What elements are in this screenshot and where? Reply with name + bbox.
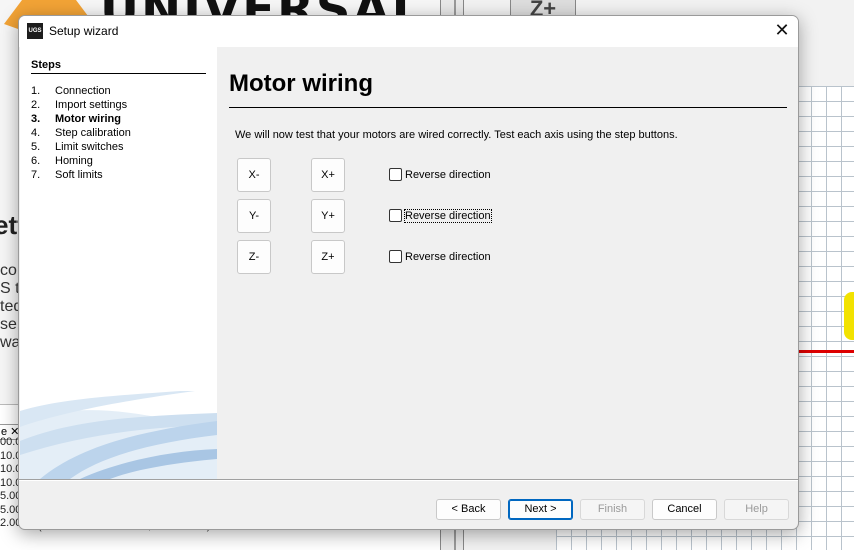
dialog-titlebar[interactable]: UGS Setup wizard ✕ bbox=[19, 16, 798, 47]
background-tool-cone-icon bbox=[844, 292, 854, 340]
step-label: Import settings bbox=[55, 99, 128, 111]
finish-button[interactable]: Finish bbox=[580, 499, 645, 520]
wizard-content: Motor wiring We will now test that your … bbox=[217, 47, 798, 479]
step-item-motor-wiring: 3. Motor wiring bbox=[31, 112, 131, 126]
checkbox-box[interactable] bbox=[389, 209, 402, 222]
instructions-text: We will now test that your motors are wi… bbox=[235, 129, 678, 141]
checkbox-box[interactable] bbox=[389, 168, 402, 181]
step-label: Homing bbox=[55, 155, 93, 167]
x-minus-button[interactable]: X- bbox=[237, 158, 271, 192]
step-item-limit-switches: 5. Limit switches bbox=[31, 140, 131, 154]
step-label: Limit switches bbox=[55, 141, 124, 153]
checkbox-label[interactable]: Reverse direction bbox=[405, 251, 491, 263]
step-item-connection: 1. Connection bbox=[31, 84, 131, 98]
step-item-step-calibration: 4. Step calibration bbox=[31, 126, 131, 140]
steps-divider bbox=[31, 73, 206, 74]
title-divider bbox=[229, 107, 787, 108]
y-minus-button[interactable]: Y- bbox=[237, 199, 271, 233]
footer-divider-highlight bbox=[19, 480, 798, 481]
y-plus-button[interactable]: Y+ bbox=[311, 199, 345, 233]
page-title: Motor wiring bbox=[229, 70, 373, 97]
step-number: 7. bbox=[31, 169, 41, 181]
background-x-axis-line bbox=[798, 350, 854, 353]
sidebar-decoration-image bbox=[20, 391, 217, 479]
step-label: Connection bbox=[55, 85, 111, 97]
step-number: 4. bbox=[31, 127, 41, 139]
steps-list: 1. Connection 2. Import settings 3. Motor w… bbox=[31, 84, 131, 182]
z-reverse-direction-checkbox[interactable]: Reverse direction bbox=[389, 250, 491, 263]
x-reverse-direction-checkbox[interactable]: Reverse direction bbox=[389, 168, 491, 181]
ugs-app-icon: UGS bbox=[27, 23, 43, 39]
z-plus-button[interactable]: Z+ bbox=[311, 240, 345, 274]
checkbox-label[interactable]: Reverse direction bbox=[405, 169, 491, 181]
step-number: 1. bbox=[31, 85, 41, 97]
dialog-title: Setup wizard bbox=[49, 24, 119, 38]
back-button[interactable]: < Back bbox=[436, 499, 501, 520]
cancel-button[interactable]: Cancel bbox=[652, 499, 717, 520]
z-minus-button[interactable]: Z- bbox=[237, 240, 271, 274]
help-button[interactable]: Help bbox=[724, 499, 789, 520]
step-label: Motor wiring bbox=[55, 113, 121, 125]
step-number: 6. bbox=[31, 155, 41, 167]
checkbox-box[interactable] bbox=[389, 250, 402, 263]
step-item-soft-limits: 7. Soft limits bbox=[31, 168, 131, 182]
step-item-import-settings: 2. Import settings bbox=[31, 98, 131, 112]
step-label: Step calibration bbox=[55, 127, 131, 139]
step-number: 3. bbox=[31, 113, 41, 125]
setup-wizard-dialog: UGS Setup wizard ✕ Steps 1. Connection 2.… bbox=[18, 15, 799, 530]
x-plus-button[interactable]: X+ bbox=[311, 158, 345, 192]
step-number: 5. bbox=[31, 141, 41, 153]
step-label: Soft limits bbox=[55, 169, 103, 181]
next-button[interactable]: Next > bbox=[508, 499, 573, 520]
step-item-homing: 6. Homing bbox=[31, 154, 131, 168]
steps-heading: Steps bbox=[31, 59, 61, 71]
steps-sidebar: Steps 1. Connection 2. Import settings 3. M… bbox=[20, 47, 217, 479]
close-button[interactable]: ✕ bbox=[766, 16, 798, 47]
y-reverse-direction-checkbox[interactable]: Reverse direction bbox=[389, 208, 492, 223]
step-number: 2. bbox=[31, 99, 41, 111]
checkbox-label[interactable]: Reverse direction bbox=[404, 208, 492, 223]
